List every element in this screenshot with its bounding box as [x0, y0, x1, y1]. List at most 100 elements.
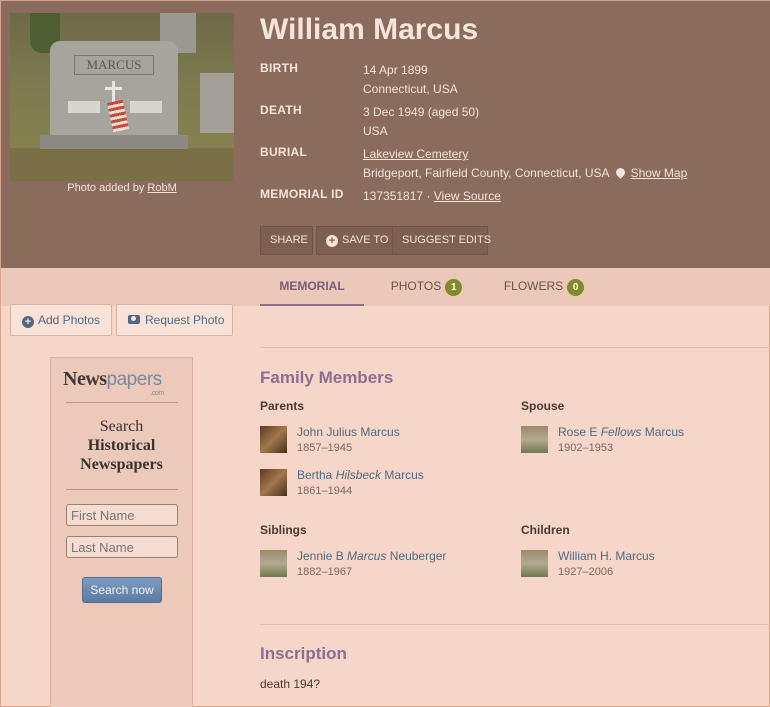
- headstone-plaque-right: [130, 101, 162, 113]
- burial-value: Lakeview Cemetery Bridgeport, Fairfield …: [363, 145, 687, 183]
- memorial-tabs: MEMORIAL PHOTOS 1 FLOWERS 0: [1, 268, 770, 306]
- photo-caption: Photo added by RobM: [10, 182, 234, 194]
- save-to-label: SAVE TO: [342, 234, 389, 246]
- person-thumbnail: [260, 469, 287, 496]
- view-source-link[interactable]: View Source: [434, 189, 501, 203]
- flowers-count-badge: 0: [567, 279, 585, 296]
- save-to-button[interactable]: + SAVE TO: [316, 226, 393, 255]
- person-name[interactable]: Rose E Fellows Marcus: [558, 425, 684, 439]
- person-name[interactable]: Bertha Hilsbeck Marcus: [297, 468, 424, 482]
- death-date: 3 Dec 1949 (aged 50): [363, 105, 480, 119]
- logo-bold: News: [63, 368, 107, 390]
- newspapers-logo[interactable]: Newspapers .com: [63, 368, 164, 397]
- family-members-title: Family Members: [260, 368, 394, 387]
- person-dates: 1857–1945: [297, 442, 353, 454]
- birth-place: Connecticut, USA: [363, 82, 458, 96]
- inscription-title: Inscription: [260, 644, 347, 663]
- memorial-id-separator: ·: [423, 189, 434, 203]
- headstone-base: [40, 135, 188, 149]
- memorial-id-label: MEMORIAL ID: [260, 187, 344, 201]
- logo-com: .com: [150, 390, 164, 397]
- tab-flowers-label: FLOWERS: [503, 279, 564, 293]
- family-member-child-william[interactable]: William H. Marcus 1927–2006: [521, 549, 761, 583]
- search-now-button[interactable]: Search now: [82, 577, 162, 603]
- show-map-link[interactable]: Show Map: [631, 166, 688, 180]
- person-name[interactable]: John Julius Marcus: [297, 425, 400, 439]
- ad-headline-line1: Search: [99, 418, 144, 435]
- headstone-name: MARCUS: [74, 55, 154, 75]
- family-member-sibling-jennie[interactable]: Jennie B Marcus Neuberger 1882–1967: [260, 549, 500, 583]
- person-maiden-name: Fellows: [600, 425, 642, 439]
- first-name-input[interactable]: [66, 504, 178, 526]
- logo-light: papers: [106, 369, 163, 390]
- birth-label: BIRTH: [260, 61, 299, 75]
- tab-photos-label: PHOTOS: [390, 279, 442, 293]
- newspapers-ad: Newspapers .com Search Historical Newspap…: [50, 357, 193, 707]
- section-divider-bottom: [260, 624, 770, 625]
- photo-caption-prefix: Photo added by: [67, 182, 148, 194]
- ad-divider-bottom: [66, 489, 178, 490]
- person-first-name: Rose E: [558, 425, 601, 439]
- person-maiden-name: Hilsbeck: [335, 468, 382, 482]
- photo-right-stone: [200, 73, 234, 133]
- tab-photos[interactable]: PHOTOS 1: [379, 268, 474, 306]
- person-thumbnail: [521, 426, 548, 453]
- cemetery-link[interactable]: Lakeview Cemetery: [363, 147, 468, 161]
- birth-date: 14 Apr 1899: [363, 63, 428, 77]
- request-photo-button[interactable]: Request Photo: [116, 304, 233, 336]
- photo-contributor-link[interactable]: RobM: [147, 182, 176, 194]
- photo-ground: [10, 148, 234, 181]
- birth-value: 14 Apr 1899 Connecticut, USA: [363, 61, 458, 99]
- death-value: 3 Dec 1949 (aged 50) USA: [363, 103, 479, 141]
- plus-icon: +: [326, 235, 338, 247]
- memorial-id-value: 137351817 · View Source: [363, 187, 501, 206]
- headstone-plaque-left: [68, 101, 100, 113]
- person-maiden-name: Marcus: [347, 549, 387, 563]
- photos-count-badge: 1: [445, 279, 463, 296]
- person-dates: 1861–1944: [297, 485, 353, 497]
- inscription-text: death 194?: [260, 677, 321, 691]
- person-name[interactable]: William H. Marcus: [558, 549, 655, 563]
- share-button[interactable]: SHARE: [260, 226, 313, 255]
- section-divider-top: [260, 347, 770, 348]
- children-label: Children: [521, 523, 570, 537]
- request-photo-label: Request Photo: [145, 313, 225, 327]
- tab-memorial[interactable]: MEMORIAL: [260, 268, 364, 306]
- memorial-photo[interactable]: MARCUS: [10, 13, 234, 181]
- person-dates: 1927–2006: [558, 566, 614, 578]
- person-name[interactable]: Jennie B Marcus Neuberger: [297, 549, 446, 563]
- tab-flowers[interactable]: FLOWERS 0: [495, 268, 593, 306]
- person-first-name: Bertha: [297, 468, 336, 482]
- last-name-input[interactable]: [66, 536, 178, 558]
- person-dates: 1902–1953: [558, 442, 614, 454]
- memorial-header: MARCUS Photo added by RobM William Marcu…: [1, 1, 770, 268]
- add-photos-button[interactable]: + Add Photos: [10, 304, 112, 336]
- person-thumbnail: [260, 426, 287, 453]
- family-member-spouse-rose[interactable]: Rose E Fellows Marcus 1902–1953: [521, 425, 761, 459]
- person-first-name: Jennie B: [297, 549, 348, 563]
- plus-circle-icon: +: [22, 316, 34, 328]
- spouse-label: Spouse: [521, 399, 565, 413]
- camera-icon: [128, 315, 140, 324]
- person-last-name: Marcus: [641, 425, 685, 439]
- person-last-name: Neuberger: [386, 549, 447, 563]
- family-member-parent-john[interactable]: John Julius Marcus 1857–1945: [260, 425, 500, 459]
- add-photos-label: Add Photos: [38, 313, 101, 327]
- page-title: William Marcus: [260, 13, 479, 46]
- burial-label: BURIAL: [260, 145, 308, 159]
- family-member-parent-bertha[interactable]: Bertha Hilsbeck Marcus 1861–1944: [260, 468, 500, 502]
- siblings-label: Siblings: [260, 523, 307, 537]
- ad-headline-line3: Newspapers: [80, 456, 163, 473]
- headstone-cross-bar: [105, 87, 122, 90]
- ad-headline-line2: Historical: [87, 437, 156, 454]
- map-pin-icon: [613, 166, 627, 179]
- person-thumbnail: [521, 550, 548, 577]
- death-place: USA: [363, 124, 388, 138]
- death-label: DEATH: [260, 103, 302, 117]
- person-thumbnail: [260, 550, 287, 577]
- memorial-id: 137351817: [363, 189, 424, 203]
- ad-divider-top: [66, 402, 178, 403]
- parents-label: Parents: [260, 399, 305, 413]
- person-last-name: Marcus: [381, 468, 424, 482]
- suggest-edits-button[interactable]: SUGGEST EDITS: [392, 226, 491, 255]
